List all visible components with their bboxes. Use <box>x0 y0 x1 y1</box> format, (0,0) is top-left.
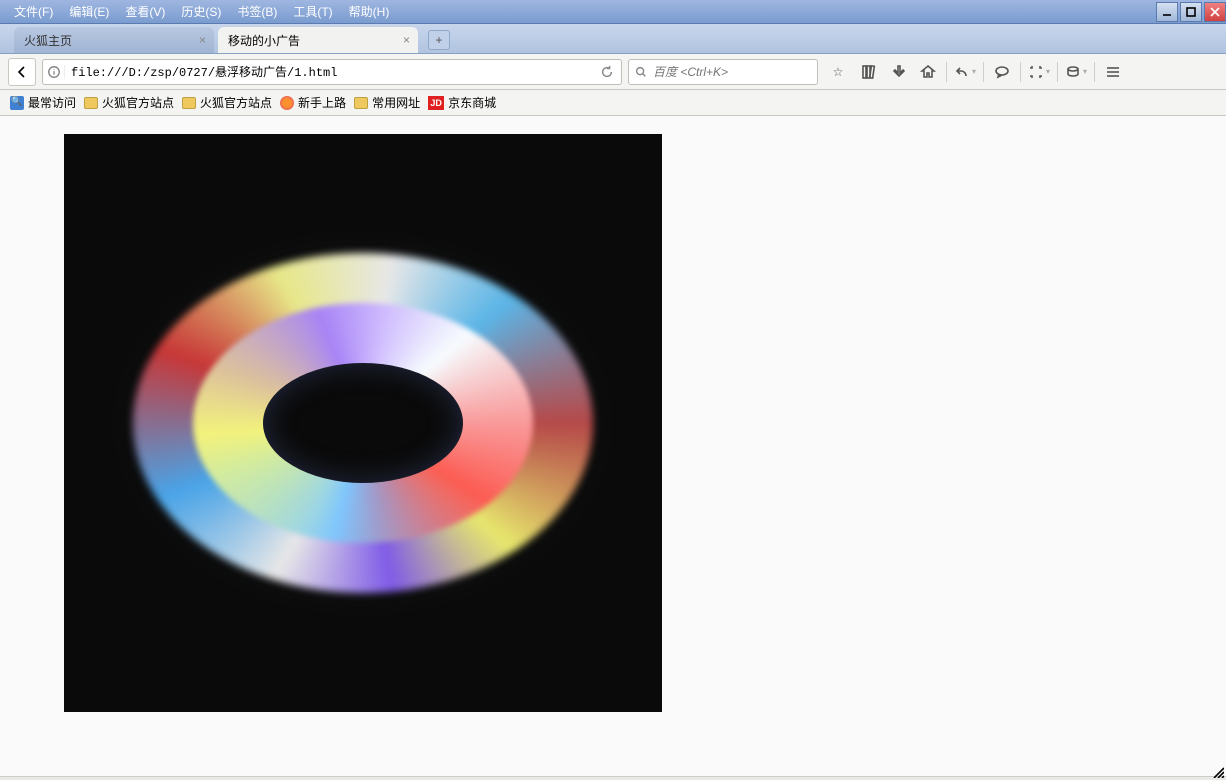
download-icon[interactable] <box>884 59 912 85</box>
page-content <box>0 116 1226 776</box>
jd-icon: JD <box>428 96 444 110</box>
tab-close-icon[interactable]: × <box>403 33 410 47</box>
tab-label: 火狐主页 <box>24 32 72 49</box>
tab-strip: 火狐主页 × 移动的小广告 × + <box>0 24 1226 54</box>
menu-bar: 文件(F) 编辑(E) 查看(V) 历史(S) 书签(B) 工具(T) 帮助(H… <box>0 0 397 23</box>
window-controls <box>1154 2 1226 22</box>
folder-icon <box>354 97 368 109</box>
bookmark-label: 火狐官方站点 <box>200 94 272 111</box>
maximize-button[interactable] <box>1180 2 1202 22</box>
toolbar-actions: ☆ ▾ ▾ ▾ <box>824 59 1127 85</box>
most-visited-icon <box>10 96 24 110</box>
bookmark-common-sites[interactable]: 常用网址 <box>354 94 420 111</box>
url-input[interactable] <box>65 65 593 79</box>
menu-history[interactable]: 历史(S) <box>173 0 229 23</box>
back-button[interactable] <box>8 58 36 86</box>
separator <box>1057 62 1058 82</box>
tab-close-icon[interactable]: × <box>199 33 206 47</box>
firefox-icon <box>280 96 294 110</box>
search-bar[interactable] <box>628 59 818 85</box>
menu-help[interactable]: 帮助(H) <box>341 0 398 23</box>
screenshot-icon[interactable]: ▾ <box>1025 59 1053 85</box>
url-bar[interactable] <box>42 59 622 85</box>
new-tab-button[interactable]: + <box>428 30 450 50</box>
search-input[interactable] <box>653 65 817 79</box>
bookmark-label: 常用网址 <box>372 94 420 111</box>
separator <box>983 62 984 82</box>
menu-file[interactable]: 文件(F) <box>6 0 61 23</box>
bookmark-star-icon[interactable]: ☆ <box>824 59 852 85</box>
search-icon <box>629 65 653 79</box>
undo-icon[interactable]: ▾ <box>951 59 979 85</box>
bookmarks-bar: 最常访问 火狐官方站点 火狐官方站点 新手上路 常用网址 JD 京东商城 <box>0 90 1226 116</box>
floating-ad-image <box>64 134 662 712</box>
separator <box>1020 62 1021 82</box>
bookmark-label: 最常访问 <box>28 94 76 111</box>
nav-toolbar: ☆ ▾ ▾ ▾ <box>0 54 1226 90</box>
home-icon[interactable] <box>914 59 942 85</box>
menu-view[interactable]: 查看(V) <box>117 0 173 23</box>
menu-tools[interactable]: 工具(T) <box>285 0 340 23</box>
library-icon[interactable] <box>854 59 882 85</box>
bookmark-firefox-sites-2[interactable]: 火狐官方站点 <box>182 94 272 111</box>
minimize-button[interactable] <box>1156 2 1178 22</box>
bookmark-label: 京东商城 <box>448 94 496 111</box>
folder-icon <box>84 97 98 109</box>
comment-icon[interactable] <box>988 59 1016 85</box>
close-button[interactable] <box>1204 2 1226 22</box>
bookmark-newbie[interactable]: 新手上路 <box>280 94 346 111</box>
tab-firefox-home[interactable]: 火狐主页 × <box>14 27 214 53</box>
bookmark-label: 新手上路 <box>298 94 346 111</box>
title-bar: 文件(F) 编辑(E) 查看(V) 历史(S) 书签(B) 工具(T) 帮助(H… <box>0 0 1226 24</box>
torus-graphic <box>103 223 623 623</box>
tab-label: 移动的小广告 <box>228 32 300 49</box>
bookmark-label: 火狐官方站点 <box>102 94 174 111</box>
clean-icon[interactable]: ▾ <box>1062 59 1090 85</box>
reload-button[interactable] <box>593 65 621 79</box>
identity-icon[interactable] <box>43 65 65 79</box>
separator <box>1094 62 1095 82</box>
resize-grip[interactable] <box>1212 766 1224 778</box>
bookmark-firefox-sites[interactable]: 火狐官方站点 <box>84 94 174 111</box>
tab-moving-ad[interactable]: 移动的小广告 × <box>218 27 418 53</box>
bookmark-jd[interactable]: JD 京东商城 <box>428 94 496 111</box>
hamburger-menu-icon[interactable] <box>1099 59 1127 85</box>
folder-icon <box>182 97 196 109</box>
menu-edit[interactable]: 编辑(E) <box>61 0 117 23</box>
menu-bookmarks[interactable]: 书签(B) <box>229 0 285 23</box>
status-bar <box>0 776 1226 780</box>
bookmark-most-visited[interactable]: 最常访问 <box>10 94 76 111</box>
separator <box>946 62 947 82</box>
